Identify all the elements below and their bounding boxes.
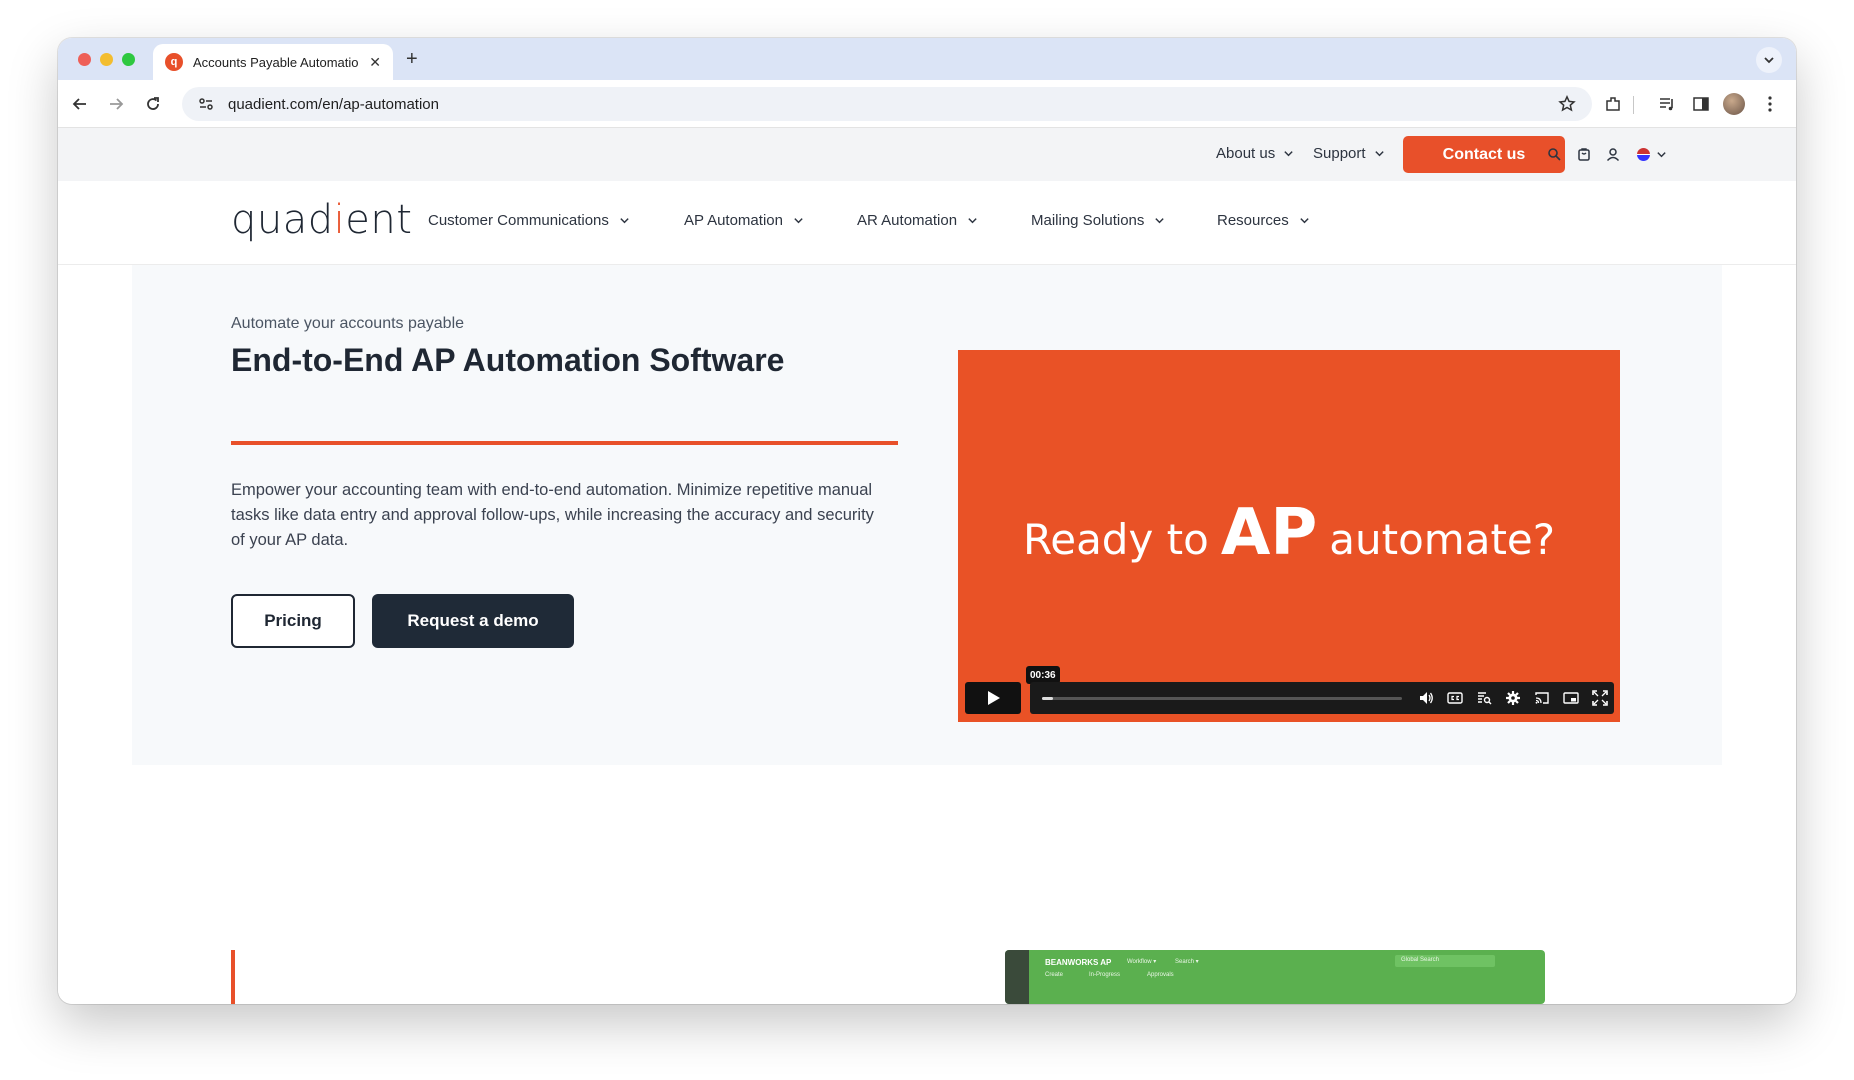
nav-mailing-solutions[interactable]: Mailing Solutions: [1031, 212, 1165, 229]
bookmark-star-icon[interactable]: [1556, 93, 1578, 115]
back-icon[interactable]: [68, 92, 92, 116]
request-demo-button[interactable]: Request a demo: [372, 594, 574, 648]
logo-text-end: ent: [345, 197, 413, 243]
video-title-left: Ready to: [1022, 515, 1209, 564]
chevron-down-icon: [1284, 151, 1293, 157]
favicon-icon: q: [165, 53, 183, 71]
app-sub-approvals: Approvals: [1147, 972, 1174, 978]
app-screenshot-preview: BEANWORKS AP Workflow ▾ Search ▾ Create …: [1005, 950, 1545, 1004]
fullscreen-icon[interactable]: [1590, 688, 1610, 708]
nav-ar-automation[interactable]: AR Automation: [857, 212, 978, 229]
nav-label: Mailing Solutions: [1031, 212, 1145, 229]
cart-icon[interactable]: [1574, 144, 1594, 164]
pricing-button[interactable]: Pricing: [231, 594, 355, 648]
support-menu[interactable]: Support: [1313, 145, 1385, 162]
cast-icon[interactable]: [1532, 688, 1552, 708]
forward-icon[interactable]: [104, 92, 128, 116]
browser-toolbar: quadient.com/en/ap-automation: [58, 80, 1796, 128]
extensions-icon[interactable]: [1601, 92, 1625, 116]
tab-close-icon[interactable]: ✕: [369, 54, 381, 71]
side-panel-icon[interactable]: [1689, 92, 1713, 116]
chevron-down-icon: [1300, 218, 1309, 224]
chevron-down-icon: [1155, 218, 1165, 224]
media-controls-icon[interactable]: [1655, 92, 1679, 116]
nav-resources[interactable]: Resources: [1217, 212, 1310, 229]
minimize-window-button[interactable]: [100, 53, 113, 66]
browser-menu-icon[interactable]: [1758, 92, 1782, 116]
chevron-down-icon: [794, 218, 803, 224]
progress-bar[interactable]: [1042, 697, 1402, 700]
video-controls: [1030, 682, 1614, 714]
volume-icon[interactable]: [1416, 688, 1436, 708]
nav-customer-communications[interactable]: Customer Communications: [428, 212, 630, 229]
browser-tab[interactable]: q Accounts Payable Automation ✕: [153, 44, 393, 80]
app-global-search: Global Search: [1395, 955, 1495, 967]
window-controls: [78, 53, 135, 66]
play-button[interactable]: [965, 682, 1021, 714]
quadient-logo[interactable]: quadient: [231, 197, 412, 243]
picture-in-picture-icon[interactable]: [1561, 688, 1581, 708]
app-sub-create: Create: [1045, 972, 1064, 978]
address-bar[interactable]: quadient.com/en/ap-automation: [182, 87, 1592, 121]
language-selector[interactable]: [1632, 144, 1672, 164]
nav-ap-automation[interactable]: AP Automation: [684, 212, 804, 229]
app-menu-search: Search ▾: [1175, 959, 1199, 965]
progress-fill: [1042, 697, 1053, 700]
about-us-label: About us: [1216, 145, 1276, 162]
url-text[interactable]: quadient.com/en/ap-automation: [228, 96, 1556, 113]
video-title-right: automate?: [1329, 515, 1556, 564]
logo-text-start: quad: [231, 197, 334, 243]
tab-search-icon[interactable]: [1756, 47, 1782, 73]
contact-us-button[interactable]: Contact us: [1403, 136, 1565, 173]
app-sidebar: [1005, 950, 1029, 1004]
chevron-down-icon: [968, 218, 977, 224]
captions-icon[interactable]: [1445, 688, 1465, 708]
account-icon[interactable]: [1603, 144, 1623, 164]
tab-bar: q Accounts Payable Automation ✕ +: [58, 38, 1796, 80]
hero-eyebrow: Automate your accounts payable: [231, 315, 465, 332]
chevron-down-icon: [1374, 151, 1384, 157]
reload-icon[interactable]: [141, 92, 165, 116]
transcript-icon[interactable]: [1474, 688, 1494, 708]
chevron-down-icon: [620, 218, 629, 224]
chevron-down-icon: [1657, 151, 1666, 157]
nav-label: AR Automation: [857, 212, 958, 229]
site-info-icon[interactable]: [196, 94, 216, 114]
title-underline: [231, 441, 898, 445]
utility-nav: About us Support Contact us: [58, 128, 1796, 181]
play-icon: [988, 691, 1000, 705]
search-icon[interactable]: [1544, 144, 1564, 164]
main-nav: quadient Customer Communications AP Auto…: [58, 181, 1796, 265]
about-us-menu[interactable]: About us: [1216, 145, 1294, 162]
tab-title: Accounts Payable Automation: [193, 54, 360, 70]
app-sub-inprogress: In-Progress: [1089, 972, 1121, 978]
video-player[interactable]: Ready to AP automate? 00:36: [958, 350, 1620, 722]
browser-window: q Accounts Payable Automation ✕ + quadie…: [58, 38, 1796, 1004]
section-accent-rule: [231, 950, 235, 1004]
close-window-button[interactable]: [78, 53, 91, 66]
nav-label: Customer Communications: [428, 212, 609, 229]
video-poster-title: Ready to AP automate?: [958, 496, 1620, 570]
web-page: About us Support Contact us quadient Cus…: [58, 128, 1796, 1004]
nav-label: Resources: [1217, 212, 1289, 229]
support-label: Support: [1313, 145, 1366, 162]
toolbar-divider: [1633, 96, 1634, 114]
profile-avatar[interactable]: [1723, 93, 1745, 115]
nav-label: AP Automation: [684, 212, 783, 229]
app-menu-workflow: Workflow ▾: [1127, 959, 1157, 965]
maximize-window-button[interactable]: [122, 53, 135, 66]
us-flag-icon: [1637, 147, 1650, 161]
page-title: End-to-End AP Automation Software: [231, 342, 785, 378]
app-brand: BEANWORKS AP: [1045, 958, 1112, 967]
video-title-ap: AP: [1220, 496, 1318, 570]
hero-description: Empower your accounting team with end-to…: [231, 481, 874, 549]
logo-accent: i: [333, 197, 346, 243]
settings-gear-icon[interactable]: [1503, 688, 1523, 708]
new-tab-icon[interactable]: +: [406, 48, 418, 71]
